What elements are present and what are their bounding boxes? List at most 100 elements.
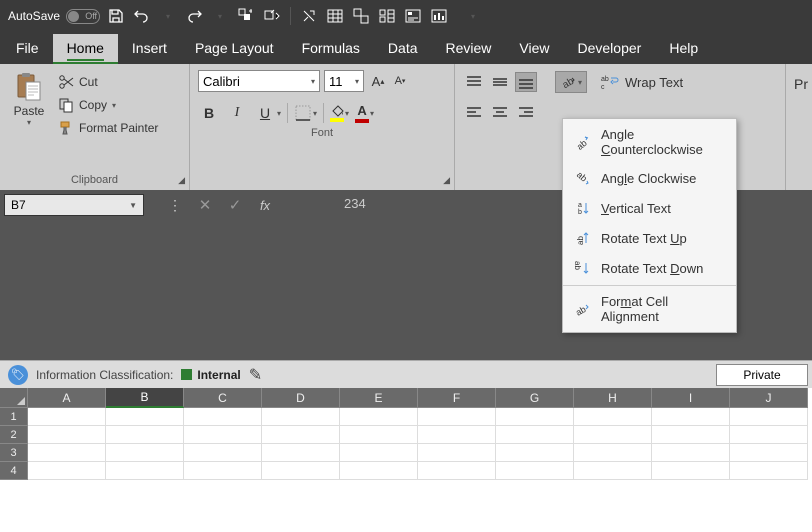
underline-button[interactable]: U▾	[254, 102, 281, 124]
select-all-corner[interactable]	[0, 388, 28, 408]
cell[interactable]	[418, 444, 496, 462]
format-alignment-item[interactable]: ab Format Cell Alignment	[563, 288, 736, 330]
cell[interactable]	[340, 408, 418, 426]
paste-button[interactable]: Paste ▾	[8, 68, 50, 171]
qat-table-icon[interactable]	[325, 6, 345, 26]
tab-home[interactable]: Home	[53, 34, 118, 64]
tab-data[interactable]: Data	[374, 34, 432, 64]
paste-dropdown-icon[interactable]: ▾	[27, 118, 31, 127]
col-header-F[interactable]: F	[418, 388, 496, 408]
col-header-J[interactable]: J	[730, 388, 808, 408]
private-button[interactable]: Private	[716, 364, 808, 386]
vertical-text-item[interactable]: ab Vertical Text	[563, 193, 736, 223]
redo-dropdown-icon[interactable]: ▾	[210, 6, 230, 26]
tab-insert[interactable]: Insert	[118, 34, 181, 64]
autosave-toggle[interactable]: Off	[66, 9, 100, 24]
tab-developer[interactable]: Developer	[564, 34, 656, 64]
copy-button[interactable]: Copy ▾	[54, 95, 162, 115]
increase-font-button[interactable]: A▴	[368, 70, 388, 92]
col-header-A[interactable]: A	[28, 388, 106, 408]
cell[interactable]	[106, 426, 184, 444]
format-painter-button[interactable]: Format Painter	[54, 118, 162, 138]
qat-icon-3[interactable]	[299, 6, 319, 26]
undo-icon[interactable]	[132, 6, 152, 26]
row-header-2[interactable]: 2	[0, 426, 28, 444]
col-header-H[interactable]: H	[574, 388, 652, 408]
copy-dropdown-icon[interactable]: ▾	[112, 101, 116, 110]
wrap-text-button[interactable]: abc Wrap Text	[597, 70, 687, 94]
cell[interactable]	[418, 426, 496, 444]
bold-button[interactable]: B	[198, 102, 220, 124]
decrease-font-button[interactable]: A▾	[390, 70, 410, 92]
cell[interactable]	[730, 462, 808, 480]
font-size-selector[interactable]: 11▾	[324, 70, 364, 92]
col-header-D[interactable]: D	[262, 388, 340, 408]
col-header-B[interactable]: B	[106, 388, 184, 408]
tab-review[interactable]: Review	[432, 34, 506, 64]
cell[interactable]	[262, 408, 340, 426]
undo-dropdown-icon[interactable]: ▾	[158, 6, 178, 26]
angle-cw-item[interactable]: ab Angle Clockwise	[563, 163, 736, 193]
cell[interactable]	[418, 408, 496, 426]
qat-icon-6[interactable]	[377, 6, 397, 26]
qat-customize-icon[interactable]: ▾	[463, 6, 483, 26]
enter-formula-button[interactable]: ✓	[220, 194, 250, 216]
cell[interactable]	[28, 462, 106, 480]
cell[interactable]	[730, 408, 808, 426]
rotate-up-item[interactable]: ab Rotate Text Up	[563, 223, 736, 253]
borders-button[interactable]: ▾	[294, 104, 317, 122]
tab-formulas[interactable]: Formulas	[288, 34, 374, 64]
cell[interactable]	[106, 462, 184, 480]
cell[interactable]	[652, 426, 730, 444]
qat-icon-2[interactable]	[262, 6, 282, 26]
align-middle-button[interactable]	[489, 72, 511, 92]
col-header-I[interactable]: I	[652, 388, 730, 408]
cell[interactable]	[496, 408, 574, 426]
cell[interactable]	[340, 462, 418, 480]
cell[interactable]	[574, 462, 652, 480]
cancel-formula-button[interactable]: ✕	[190, 194, 220, 216]
row-header-1[interactable]: 1	[0, 408, 28, 426]
cell[interactable]	[574, 426, 652, 444]
qat-icon-8[interactable]	[429, 6, 449, 26]
align-center-button[interactable]	[489, 102, 511, 122]
cell[interactable]	[262, 426, 340, 444]
name-box[interactable]: B7▼	[4, 194, 144, 216]
save-icon[interactable]	[106, 6, 126, 26]
cell[interactable]	[28, 408, 106, 426]
col-header-E[interactable]: E	[340, 388, 418, 408]
cell[interactable]	[574, 444, 652, 462]
cell[interactable]	[184, 444, 262, 462]
cell[interactable]	[106, 444, 184, 462]
tab-help[interactable]: Help	[655, 34, 712, 64]
qat-icon-1[interactable]	[236, 6, 256, 26]
align-bottom-button[interactable]	[515, 72, 537, 92]
cut-button[interactable]: Cut	[54, 72, 162, 92]
cell[interactable]	[106, 408, 184, 426]
rotate-down-item[interactable]: ab Rotate Text Down	[563, 253, 736, 283]
cell[interactable]	[574, 408, 652, 426]
cell[interactable]	[28, 426, 106, 444]
col-header-G[interactable]: G	[496, 388, 574, 408]
font-color-button[interactable]: A ▾	[355, 103, 374, 123]
tab-file[interactable]: File	[12, 34, 53, 64]
cell[interactable]	[730, 444, 808, 462]
cell[interactable]	[184, 426, 262, 444]
cell[interactable]	[340, 444, 418, 462]
edit-classification-button[interactable]: ✎	[249, 365, 262, 385]
cell[interactable]	[652, 462, 730, 480]
cell[interactable]	[652, 408, 730, 426]
cell[interactable]	[496, 444, 574, 462]
redo-icon[interactable]	[184, 6, 204, 26]
cell[interactable]	[340, 426, 418, 444]
cell[interactable]	[262, 462, 340, 480]
clipboard-dialog-launcher[interactable]: ◢	[178, 175, 185, 186]
row-header-3[interactable]: 3	[0, 444, 28, 462]
cell[interactable]	[184, 462, 262, 480]
fill-color-button[interactable]: ▾	[330, 105, 349, 122]
tab-view[interactable]: View	[505, 34, 563, 64]
cell[interactable]	[496, 462, 574, 480]
cell[interactable]	[730, 426, 808, 444]
angle-ccw-item[interactable]: ab Angle Counterclockwise	[563, 121, 736, 163]
align-right-button[interactable]	[515, 102, 537, 122]
